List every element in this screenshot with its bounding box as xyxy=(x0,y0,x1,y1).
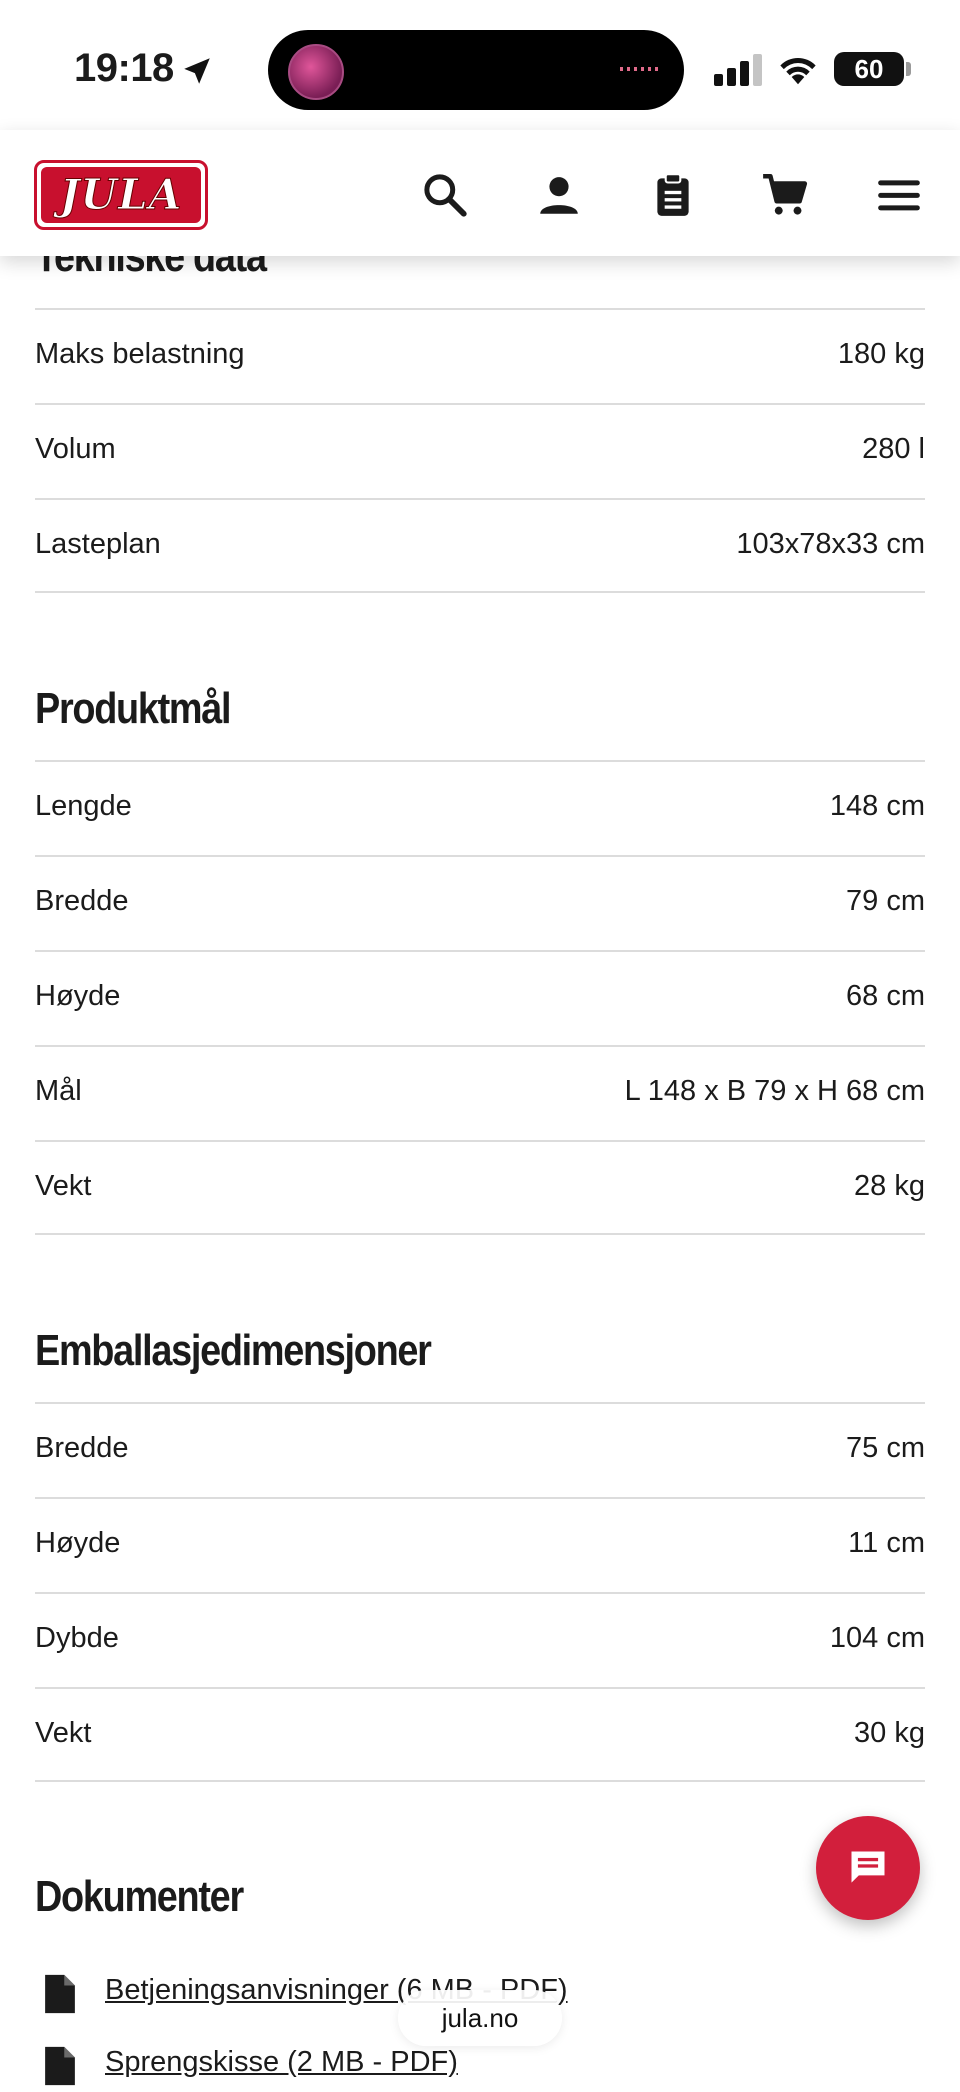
battery-indicator: 60 xyxy=(834,52,904,86)
chat-button[interactable] xyxy=(816,1816,920,1920)
wifi-icon xyxy=(780,57,816,85)
section-title-emballasjedimensjoner: Emballasjedimensjoner xyxy=(35,1326,432,1375)
section-title-dokumenter: Dokumenter xyxy=(35,1872,244,1921)
spec-label: Mål xyxy=(35,1075,82,1107)
spec-value: 75 cm xyxy=(846,1432,925,1464)
spec-row: Vekt 30 kg xyxy=(35,1687,925,1782)
spec-row: Høyde 68 cm xyxy=(35,950,925,1045)
spec-label: Maks belastning xyxy=(35,338,245,370)
spec-row: Dybde 104 cm xyxy=(35,1592,925,1687)
spec-value: 28 kg xyxy=(854,1170,925,1202)
spec-label: Lasteplan xyxy=(35,528,161,560)
spec-value: 30 kg xyxy=(854,1717,925,1749)
spec-value: 68 cm xyxy=(846,980,925,1012)
spec-value: 103x78x33 cm xyxy=(736,528,925,560)
document-link-sprengskisse[interactable]: Sprengskisse (2 MB - PDF) xyxy=(35,2042,735,2092)
document-link-betjeningsanvisninger[interactable]: Betjeningsanvisninger (6 MB - PDF) xyxy=(35,1970,735,2020)
logo-text: JULA xyxy=(41,167,201,223)
spec-label: Høyde xyxy=(35,980,121,1012)
battery-cap xyxy=(906,62,911,76)
spec-row: Høyde 11 cm xyxy=(35,1497,925,1592)
spec-label: Bredde xyxy=(35,885,129,917)
spec-label: Vekt xyxy=(35,1717,92,1749)
spec-value: 148 cm xyxy=(829,790,925,822)
spec-row: Bredde 75 cm xyxy=(35,1402,925,1497)
spec-label: Lengde xyxy=(35,790,132,822)
spec-value: 104 cm xyxy=(829,1622,925,1654)
spec-value: 79 cm xyxy=(846,885,925,917)
spec-row: Volum 280 l xyxy=(35,403,925,498)
cellular-signal-icon xyxy=(714,52,764,86)
status-bar: 19:18 60 xyxy=(0,0,960,130)
site-header: JULA xyxy=(0,130,960,256)
jula-logo[interactable]: JULA xyxy=(34,160,208,230)
spec-value: L 148 x B 79 x H 68 cm xyxy=(624,1075,925,1107)
spec-row: Bredde 79 cm xyxy=(35,855,925,950)
section-title-produktmal: Produktmål xyxy=(35,684,232,733)
spec-value: 280 l xyxy=(862,433,925,465)
document-icon xyxy=(45,2046,75,2086)
spec-value: 11 cm xyxy=(848,1527,925,1559)
browser-url-bar[interactable]: jula.no xyxy=(398,1990,562,2046)
spec-row: Maks belastning 180 kg xyxy=(35,308,925,403)
clipboard-icon[interactable] xyxy=(648,170,698,220)
search-icon[interactable] xyxy=(420,170,470,220)
spec-row: Mål L 148 x B 79 x H 68 cm xyxy=(35,1045,925,1140)
chat-icon xyxy=(851,1851,885,1883)
spec-label: Dybde xyxy=(35,1622,119,1654)
spec-row: Vekt 28 kg xyxy=(35,1140,925,1235)
location-arrow-icon xyxy=(184,58,210,84)
spec-label: Volum xyxy=(35,433,116,465)
document-icon xyxy=(45,1974,75,2014)
dynamic-island[interactable] xyxy=(268,30,684,110)
spec-row: Lengde 148 cm xyxy=(35,760,925,855)
spec-label: Vekt xyxy=(35,1170,92,1202)
status-time: 19:18 xyxy=(74,46,174,90)
spec-label: Høyde xyxy=(35,1527,121,1559)
app-badge-icon xyxy=(288,44,344,100)
cart-icon[interactable] xyxy=(760,170,810,220)
spec-label: Bredde xyxy=(35,1432,129,1464)
document-link-label[interactable]: Sprengskisse (2 MB - PDF) xyxy=(105,2046,458,2079)
spec-row: Lasteplan 103x78x33 cm xyxy=(35,498,925,593)
spec-value: 180 kg xyxy=(837,338,925,370)
activity-dots-icon xyxy=(620,67,660,71)
user-icon[interactable] xyxy=(534,170,584,220)
menu-icon[interactable] xyxy=(874,170,924,220)
